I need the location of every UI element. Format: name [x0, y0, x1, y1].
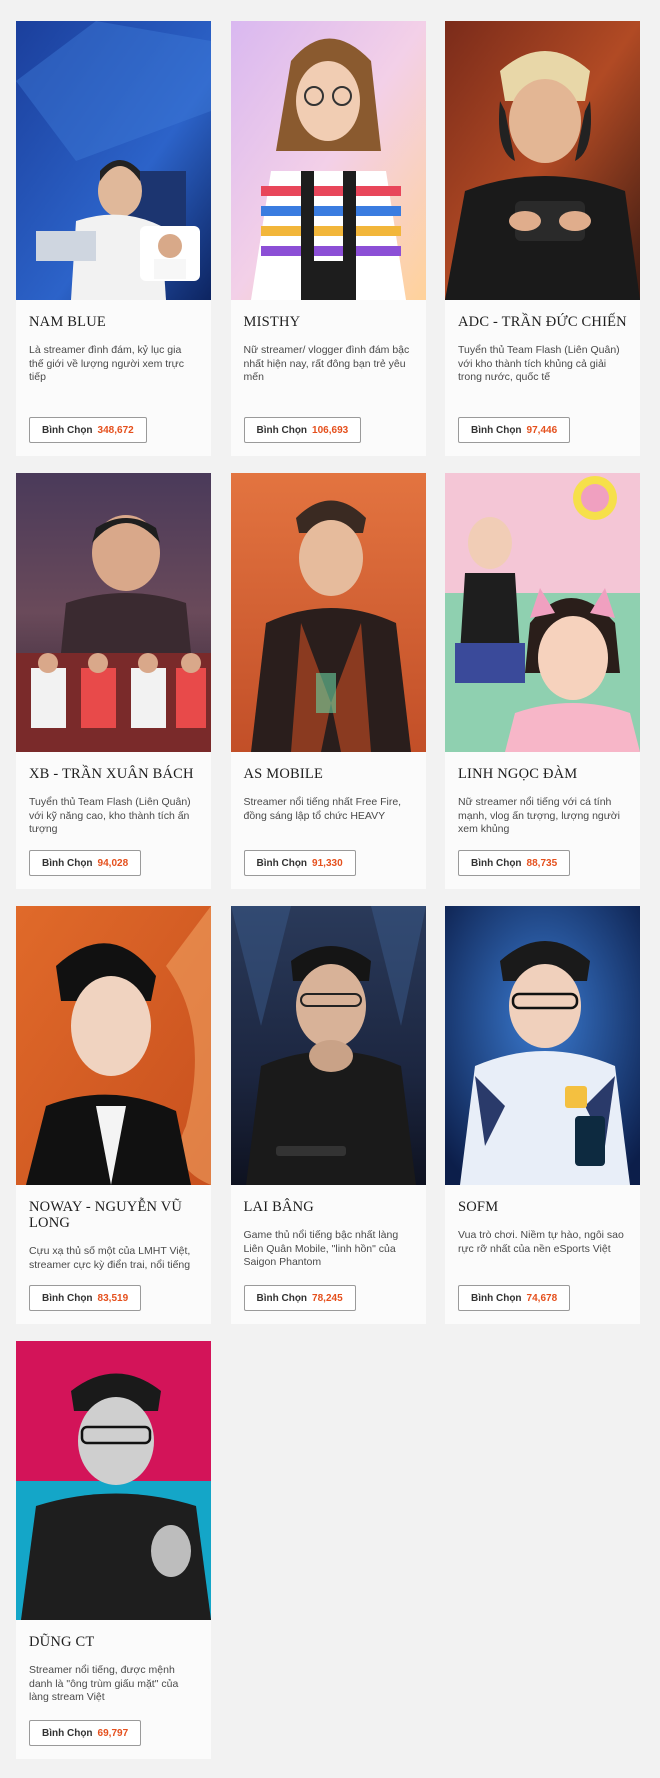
streamer-description: Nữ streamer nổi tiếng với cá tính mạnh, … — [458, 796, 620, 835]
streamer-name: NOWAY - NGUYỄN VŨ LONG — [29, 1199, 183, 1231]
vote-button[interactable]: Bình Chọn 91,330 — [243, 850, 356, 876]
streamer-name: SOFM — [458, 1199, 499, 1215]
vote-button[interactable]: Bình Chọn 88,735 — [458, 850, 571, 876]
vote-count: 74,678 — [526, 1292, 558, 1304]
vote-count: 91,330 — [312, 857, 343, 869]
streamer-photo — [16, 906, 211, 1185]
vote-label: Bình Chọn — [42, 857, 93, 869]
vote-button[interactable]: Bình Chọn 348,672 — [29, 417, 147, 443]
streamer-card-sofm: SOFM Vua trò chơi. Niềm tự hào, ngôi sao… — [445, 906, 640, 1324]
vote-button[interactable]: Bình Chọn 97,446 — [458, 417, 571, 443]
streamer-card-linh-ngoc-dam: LINH NGỌC ĐÀM Nữ streamer nổi tiếng với … — [445, 473, 640, 889]
vote-label: Bình Chọn — [471, 857, 522, 869]
streamer-card-nam-blue: NAM BLUE Là streamer đình đám, kỷ lục gi… — [16, 21, 211, 456]
streamer-description: Cựu xạ thủ số một của LMHT Việt, streame… — [29, 1245, 191, 1271]
streamer-description: Là streamer đình đám, kỷ lục gia thế giớ… — [29, 344, 184, 383]
vote-count: 106,693 — [312, 424, 349, 436]
streamer-description: Nữ streamer/ vlogger đình đám bậc nhất h… — [243, 344, 410, 383]
vote-button[interactable]: Bình Chọn 69,797 — [29, 1720, 142, 1746]
streamer-name: DŨNG CT — [29, 1634, 95, 1650]
streamer-card-as-mobile: AS MOBILE Streamer nổi tiếng nhất Free F… — [230, 473, 426, 889]
vote-label: Bình Chọn — [256, 424, 308, 436]
vote-label: Bình Chọn — [471, 424, 522, 436]
streamer-name: AS MOBILE — [243, 766, 324, 782]
streamer-photo — [230, 21, 426, 300]
vote-count: 83,519 — [97, 1292, 129, 1304]
streamer-grid: NAM BLUE Là streamer đình đám, kỷ lục gi… — [16, 21, 640, 1759]
streamer-photo — [16, 473, 211, 752]
streamer-description: Streamer nổi tiếng, được mệnh danh là "ô… — [29, 1664, 179, 1703]
vote-label: Bình Chọn — [42, 1292, 93, 1304]
vote-count: 97,446 — [526, 424, 558, 436]
streamer-photo — [16, 21, 211, 300]
streamer-photo — [445, 906, 640, 1185]
vote-button[interactable]: Bình Chọn 78,245 — [243, 1285, 356, 1311]
vote-label: Bình Chọn — [256, 1292, 308, 1304]
streamer-card-xb: XB - TRẦN XUÂN BÁCH Tuyển thủ Team Flash… — [16, 473, 211, 889]
streamer-description: Vua trò chơi. Niềm tự hào, ngôi sao rực … — [458, 1229, 624, 1255]
streamer-description: Game thủ nổi tiếng bậc nhất làng Liên Qu… — [243, 1229, 399, 1268]
streamer-card-dung-ct: DŨNG CT Streamer nổi tiếng, được mệnh da… — [16, 1341, 211, 1759]
vote-count: 69,797 — [97, 1727, 129, 1739]
streamer-card-lai-bang: LAI BÂNG Game thủ nổi tiếng bậc nhất làn… — [230, 906, 426, 1324]
streamer-card-misthy: MISTHY Nữ streamer/ vlogger đình đám bậc… — [230, 21, 426, 456]
streamer-photo — [445, 21, 640, 300]
streamer-name: LINH NGỌC ĐÀM — [458, 766, 578, 782]
streamer-name: NAM BLUE — [29, 314, 106, 330]
vote-count: 88,735 — [526, 857, 558, 869]
streamer-photo — [230, 473, 426, 752]
vote-count: 94,028 — [97, 857, 129, 869]
vote-label: Bình Chọn — [256, 857, 308, 869]
vote-button[interactable]: Bình Chọn 106,693 — [243, 417, 362, 443]
vote-count: 78,245 — [312, 1292, 343, 1304]
streamer-description: Tuyển thủ Team Flash (Liên Quân) với kho… — [458, 344, 620, 383]
streamer-photo — [445, 473, 640, 752]
vote-label: Bình Chọn — [471, 1292, 522, 1304]
streamer-name: ADC - TRẦN ĐỨC CHIẾN — [458, 314, 627, 330]
streamer-name: LAI BÂNG — [243, 1199, 314, 1215]
vote-count: 348,672 — [97, 424, 134, 436]
streamer-name: MISTHY — [243, 314, 301, 330]
streamer-photo — [230, 906, 426, 1185]
vote-button[interactable]: Bình Chọn 94,028 — [29, 850, 142, 876]
streamer-description: Streamer nổi tiếng nhất Free Fire, đồng … — [243, 796, 402, 822]
streamer-name: XB - TRẦN XUÂN BÁCH — [29, 766, 194, 782]
vote-label: Bình Chọn — [42, 424, 93, 436]
streamer-description: Tuyển thủ Team Flash (Liên Quân) với kỹ … — [29, 796, 191, 835]
vote-button[interactable]: Bình Chọn 74,678 — [458, 1285, 571, 1311]
streamer-photo — [16, 1341, 211, 1620]
streamer-card-noway: NOWAY - NGUYỄN VŨ LONG Cựu xạ thủ số một… — [16, 906, 211, 1324]
vote-button[interactable]: Bình Chọn 83,519 — [29, 1285, 142, 1311]
streamer-card-adc: ADC - TRẦN ĐỨC CHIẾN Tuyển thủ Team Flas… — [445, 21, 640, 456]
vote-label: Bình Chọn — [42, 1727, 93, 1739]
